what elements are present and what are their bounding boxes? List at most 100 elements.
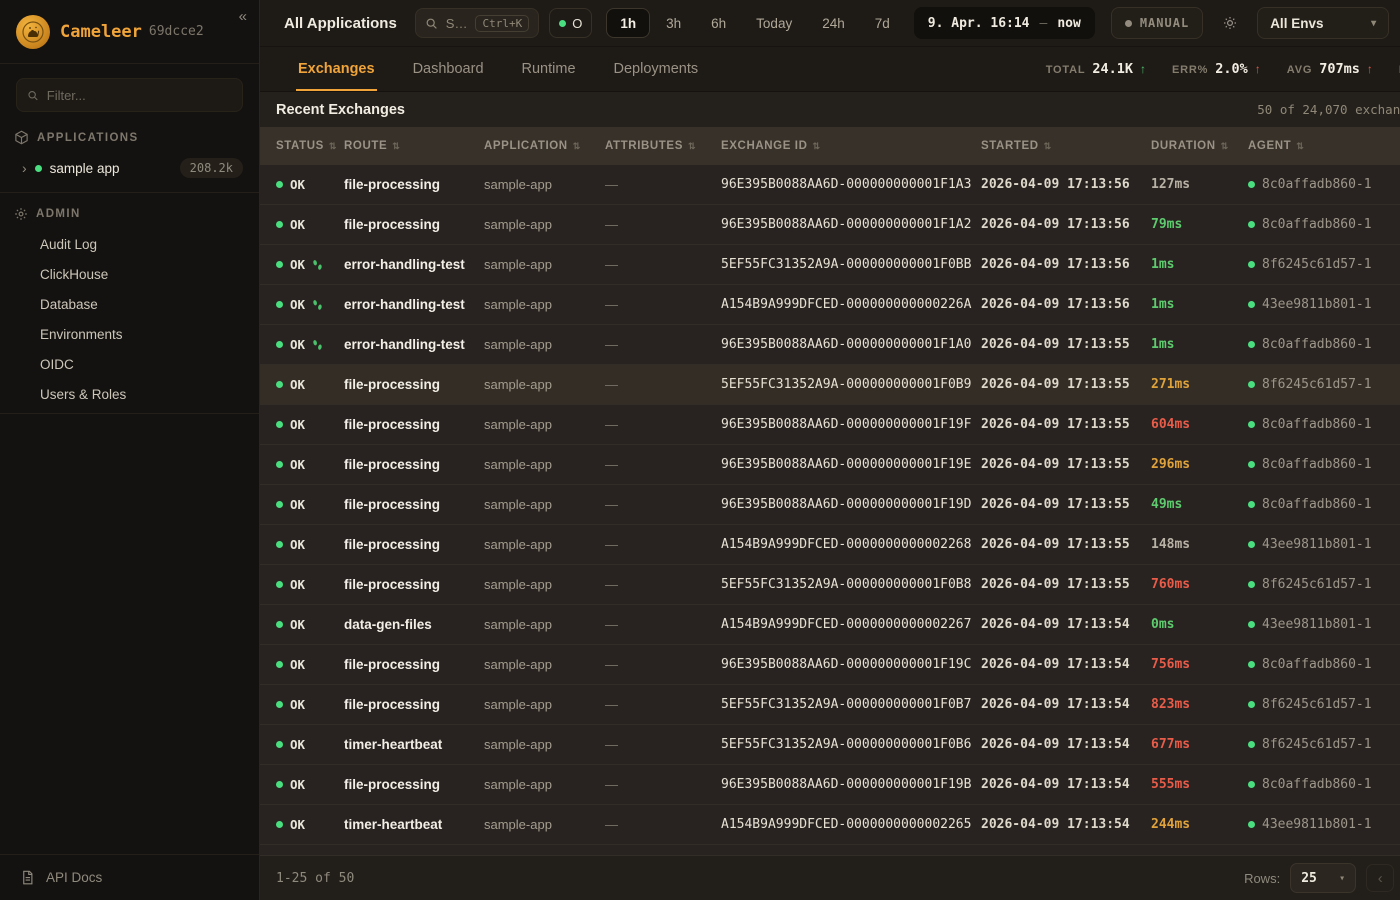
sidebar-item-audit-log[interactable]: Audit Log <box>0 229 259 259</box>
time-range-6h[interactable]: 6h <box>697 8 740 38</box>
app-root: Cameleer 69dcce2 « APPLICATIONS › sample… <box>0 0 1400 900</box>
topbar: All Applications S… Ctrl+K O 1h3h6hToday… <box>260 0 1400 47</box>
column-header-started[interactable]: STARTED⇅ <box>981 140 1151 152</box>
exchange-duration: 760ms <box>1151 577 1248 592</box>
table-row[interactable]: OKfile-processingsample-app—96E395B0088A… <box>260 405 1400 445</box>
env-select[interactable]: All Envs ▾ <box>1257 7 1389 39</box>
tab-dashboard[interactable]: Dashboard <box>411 47 486 91</box>
manual-refresh-button[interactable]: MANUAL <box>1111 7 1203 39</box>
trend-up-icon: ↑ <box>1367 62 1373 76</box>
sidebar-item-clickhouse[interactable]: ClickHouse <box>0 259 259 289</box>
exchange-count-badge: 208.2k <box>180 158 243 178</box>
table-row[interactable]: OKfile-processingsample-app—96E395B0088A… <box>260 485 1400 525</box>
agent-id: 8c0affadb860-1 <box>1262 337 1372 352</box>
time-range-1h[interactable]: 1h <box>606 8 650 38</box>
global-search-button[interactable]: S… Ctrl+K <box>415 8 539 38</box>
agent-dot <box>1248 821 1255 828</box>
exchange-status: OK <box>260 817 344 832</box>
exchange-started: 2026-04-09 17:13:54 <box>981 697 1151 712</box>
agent-id: 8f6245c61d57-1 <box>1262 577 1372 592</box>
filter-input[interactable] <box>47 88 232 103</box>
status-label: OK <box>290 537 305 552</box>
table-row[interactable]: OKfile-processingsample-app—96E395B0088A… <box>260 765 1400 805</box>
exchange-duration: 677ms <box>1151 737 1248 752</box>
exchange-application: sample-app <box>484 297 605 312</box>
table-row[interactable]: OKerror-handling-testsample-app—96E395B0… <box>260 325 1400 365</box>
table-title-bar: Recent Exchanges 50 of 24,070 exchanges … <box>260 92 1400 127</box>
sidebar-item-api-docs[interactable]: API Docs <box>0 854 259 900</box>
sidebar-divider <box>0 192 259 193</box>
column-label: EXCHANGE ID <box>721 140 807 152</box>
exchange-id: 96E395B0088AA6D-000000000001F19E <box>721 457 981 472</box>
status-dot <box>276 421 283 428</box>
status-label: OK <box>290 697 305 712</box>
date-range-display[interactable]: 9. Apr. 16:14 – now <box>914 7 1095 39</box>
sidebar-item-environments[interactable]: Environments <box>0 319 259 349</box>
table-row[interactable]: OKfile-processingsample-app—A154B9A999DF… <box>260 525 1400 565</box>
time-range-today[interactable]: Today <box>742 8 806 38</box>
status-label: OK <box>290 217 305 232</box>
sidebar-collapse-icon[interactable]: « <box>239 8 247 25</box>
sidebar-filter[interactable] <box>16 78 243 112</box>
tab-exchanges[interactable]: Exchanges <box>296 47 377 91</box>
rows-per-page-select[interactable]: 25 ▾ <box>1290 863 1356 893</box>
stat-avg: AVG707ms↑ <box>1287 61 1373 77</box>
exchange-id: 5EF55FC31352A9A-000000000001F0B6 <box>721 737 981 752</box>
table-row[interactable]: OKdata-gen-filessample-app—A154B9A999DFC… <box>260 605 1400 645</box>
table-row[interactable]: OKfile-processingsample-app—96E395B0088A… <box>260 445 1400 485</box>
sidebar-item-oidc[interactable]: OIDC <box>0 349 259 379</box>
agent-id: 8f6245c61d57-1 <box>1262 737 1372 752</box>
exchange-agent: 8c0affadb860-1 <box>1248 657 1400 672</box>
table-row[interactable]: OKfile-processingsample-app—5EF55FC31352… <box>260 365 1400 405</box>
column-header-application[interactable]: APPLICATION⇅ <box>484 140 605 152</box>
table-row[interactable]: OKtimer-heartbeatsample-app—A154B9A999DF… <box>260 805 1400 845</box>
table-row[interactable]: OKfile-processingsample-app—5EF55FC31352… <box>260 685 1400 725</box>
table-row[interactable]: OKfile-processingsample-app—5EF55FC31352… <box>260 565 1400 605</box>
page-title: Recent Exchanges <box>276 102 405 118</box>
sidebar-item-users-roles[interactable]: Users & Roles <box>0 379 259 409</box>
exchange-application: sample-app <box>484 817 605 832</box>
agent-id: 43ee9811b801-1 <box>1262 537 1372 552</box>
exchange-status: OK <box>260 377 344 392</box>
sidebar-item-database[interactable]: Database <box>0 289 259 319</box>
exchange-duration: 0ms <box>1151 617 1248 632</box>
exchange-application: sample-app <box>484 217 605 232</box>
table-row[interactable]: OKfile-processingsample-app—96E395B0088A… <box>260 645 1400 685</box>
time-range-3h[interactable]: 3h <box>652 8 695 38</box>
tab-deployments[interactable]: Deployments <box>612 47 701 91</box>
column-header-route[interactable]: ROUTE⇅ <box>344 140 484 152</box>
time-range-7d[interactable]: 7d <box>861 8 904 38</box>
exchange-attributes: — <box>605 337 721 352</box>
theme-toggle-button[interactable] <box>1213 7 1247 39</box>
column-label: AGENT <box>1248 140 1291 152</box>
sidebar-spacer <box>0 418 259 854</box>
table-row[interactable]: OKerror-handling-testsample-app—A154B9A9… <box>260 285 1400 325</box>
agent-dot <box>1248 781 1255 788</box>
column-header-agent[interactable]: AGENT⇅ <box>1248 140 1400 152</box>
table-row[interactable]: OKfile-processingsample-app—96E395B0088A… <box>260 165 1400 205</box>
steps-icon <box>312 259 323 271</box>
table-row[interactable]: OKerror-handling-testsample-app—5EF55FC3… <box>260 245 1400 285</box>
expand-chevron-icon[interactable]: › <box>22 160 27 176</box>
online-status-button[interactable]: O <box>549 8 592 38</box>
prev-page-button[interactable]: ‹ <box>1366 864 1394 892</box>
column-header-attributes[interactable]: ATTRIBUTES⇅ <box>605 140 721 152</box>
table-row[interactable]: OKtimer-heartbeatsample-app—5EF55FC31352… <box>260 725 1400 765</box>
tab-runtime[interactable]: Runtime <box>520 47 578 91</box>
status-dot <box>276 221 283 228</box>
column-header-duration[interactable]: DURATION⇅ <box>1151 140 1248 152</box>
exchange-status: OK <box>260 417 344 432</box>
table-header-row: STATUS⇅ROUTE⇅APPLICATION⇅ATTRIBUTES⇅EXCH… <box>260 127 1400 165</box>
agent-dot <box>1248 621 1255 628</box>
sidebar-item-sample-app[interactable]: › sample app 208.2k <box>0 153 259 188</box>
table-row[interactable]: OKfile-processingsample-app—96E395B0088A… <box>260 205 1400 245</box>
column-header-status[interactable]: STATUS⇅ <box>260 140 344 152</box>
scope-title: All Applications <box>284 15 397 32</box>
column-header-exchange-id[interactable]: EXCHANGE ID⇅ <box>721 140 981 152</box>
time-range-24h[interactable]: 24h <box>808 8 859 38</box>
exchange-attributes: — <box>605 577 721 592</box>
agent-id: 8f6245c61d57-1 <box>1262 257 1372 272</box>
exchange-status: OK <box>260 177 344 192</box>
status-label: OK <box>290 577 305 592</box>
exchange-id: 96E395B0088AA6D-000000000001F19B <box>721 777 981 792</box>
